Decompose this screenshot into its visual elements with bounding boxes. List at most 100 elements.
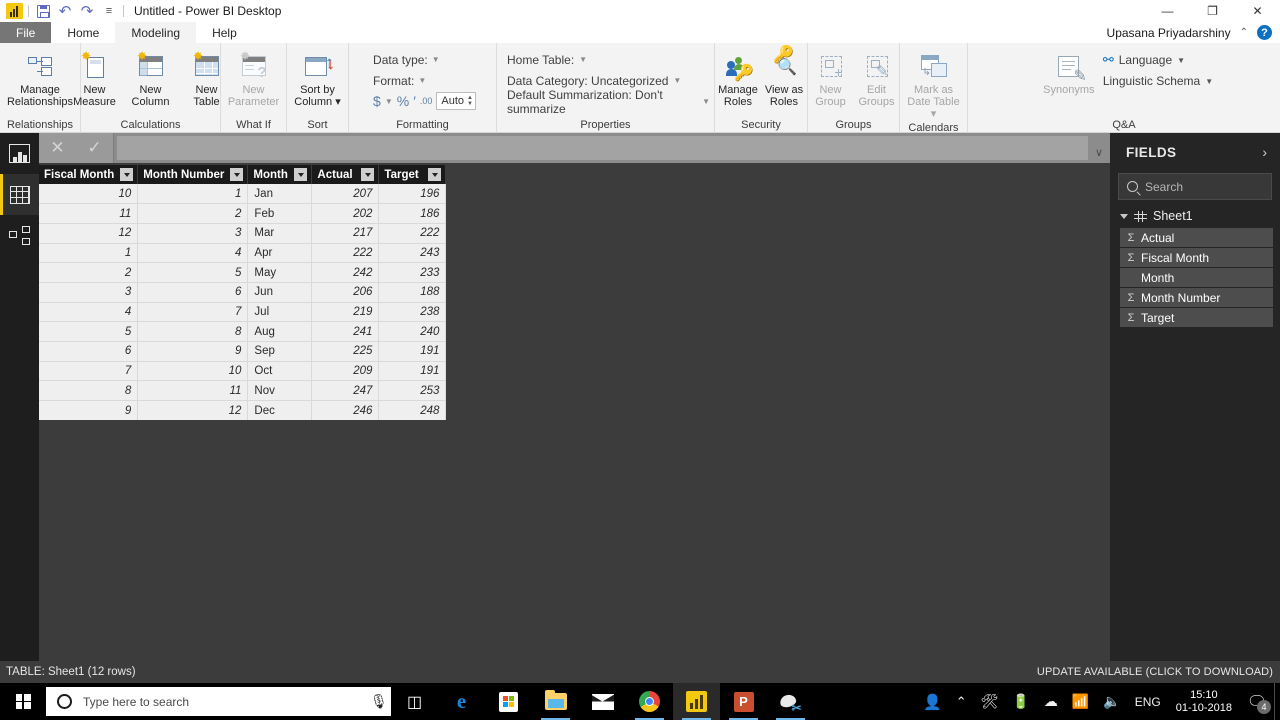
decimal-places-icon[interactable]: .00 <box>420 96 433 106</box>
cell-actual[interactable]: 206 <box>311 282 380 303</box>
tab-modeling[interactable]: Modeling <box>115 22 197 43</box>
cell-month-number[interactable]: 9 <box>137 341 249 362</box>
cell-month-number[interactable]: 6 <box>137 282 249 303</box>
cell-fiscal-month[interactable]: 3 <box>39 282 139 303</box>
filter-dropdown-icon[interactable] <box>120 168 134 181</box>
cell-fiscal-month[interactable]: 5 <box>39 321 139 342</box>
action-center-button[interactable]: 🗨 4 <box>1240 683 1274 720</box>
cell-fiscal-month[interactable]: 4 <box>39 302 139 323</box>
cell-month-number[interactable]: 11 <box>137 380 249 402</box>
cell-actual[interactable]: 217 <box>311 223 380 244</box>
tab-help[interactable]: Help <box>196 22 253 43</box>
cancel-formula-icon[interactable]: ✕ <box>50 138 64 158</box>
taskbar-app-microsoft-store[interactable] <box>485 683 532 720</box>
linguistic-schema-row[interactable]: Linguistic Schema ▼ <box>1103 72 1213 90</box>
manage-relationships-button[interactable]: Manage Relationships <box>7 48 73 108</box>
cell-target[interactable]: 243 <box>378 243 447 264</box>
column-header-fiscal-month[interactable]: Fiscal Month <box>39 165 139 184</box>
cell-month-number[interactable]: 5 <box>137 262 249 283</box>
filter-dropdown-icon[interactable] <box>428 168 442 181</box>
cell-month-number[interactable]: 1 <box>137 184 249 205</box>
clock[interactable]: 15:10 01-10-2018 <box>1168 689 1240 715</box>
cell-target[interactable]: 188 <box>378 282 447 303</box>
cell-target[interactable]: 191 <box>378 361 447 382</box>
taskbar-search-box[interactable]: Type here to search 🎙 <box>46 687 391 716</box>
field-item-fiscal-month[interactable]: Σ Fiscal Month <box>1120 248 1273 267</box>
cell-month-number[interactable]: 7 <box>137 302 249 323</box>
cell-month-number[interactable]: 2 <box>137 203 249 224</box>
cell-target[interactable]: 238 <box>378 302 447 323</box>
expand-collapse-icon[interactable] <box>1120 213 1128 219</box>
collapse-pane-icon[interactable]: › <box>1262 144 1267 160</box>
cell-month-number[interactable]: 12 <box>137 400 249 421</box>
minimize-button[interactable]: — <box>1145 0 1190 22</box>
chevron-down-icon[interactable]: ▼ <box>673 76 681 85</box>
wifi-icon[interactable]: 📶 <box>1065 693 1096 710</box>
currency-format-icon[interactable]: $ <box>373 93 381 109</box>
cortana-icon[interactable] <box>57 694 72 709</box>
table-row[interactable]: 6 9 Sep 225 191 <box>39 341 447 362</box>
microphone-icon[interactable]: 🎙 <box>370 693 388 710</box>
cell-target[interactable]: 186 <box>378 203 447 224</box>
table-row[interactable]: 8 11 Nov 247 253 <box>39 380 447 402</box>
sidebar-item-report-view[interactable] <box>0 133 39 174</box>
cell-actual[interactable]: 247 <box>311 380 380 402</box>
cell-month-number[interactable]: 4 <box>137 243 249 264</box>
taskbar-app-chrome[interactable] <box>626 683 673 720</box>
column-header-month-number[interactable]: Month Number <box>137 165 249 184</box>
fields-search-input[interactable]: Search <box>1118 173 1272 200</box>
table-row[interactable]: 12 3 Mar 217 222 <box>39 223 447 244</box>
language-indicator[interactable]: ENG <box>1128 695 1168 709</box>
user-name[interactable]: Upasana Priyadarshiny <box>1107 26 1231 40</box>
cell-actual[interactable]: 225 <box>311 341 380 362</box>
column-header-target[interactable]: Target <box>378 165 447 184</box>
task-view-button[interactable]: ◫ <box>391 683 438 720</box>
cell-month[interactable]: Sep <box>247 341 313 362</box>
cell-actual[interactable]: 242 <box>311 262 380 283</box>
table-row[interactable]: 9 12 Dec 246 248 <box>39 400 447 421</box>
close-button[interactable]: ✕ <box>1235 0 1280 22</box>
view-as-roles-button[interactable]: 🔑 🔍 View as Roles <box>761 46 807 108</box>
table-row[interactable]: 4 7 Jul 219 238 <box>39 302 447 323</box>
accept-formula-icon[interactable]: ✓ <box>87 138 101 158</box>
filter-dropdown-icon[interactable] <box>294 168 308 181</box>
cell-actual[interactable]: 241 <box>311 321 380 342</box>
tab-file[interactable]: File <box>0 22 52 43</box>
chevron-down-icon[interactable]: ▼ <box>385 97 393 106</box>
home-table-row[interactable]: Home Table: ▼ <box>507 49 587 70</box>
cell-month[interactable]: Aug <box>247 321 313 342</box>
cell-month[interactable]: Dec <box>247 400 313 421</box>
cell-target[interactable]: 191 <box>378 341 447 362</box>
sort-by-column-button[interactable]: ↓ ↑ Sort by Column ▾ <box>290 48 346 108</box>
cell-fiscal-month[interactable]: 10 <box>39 184 139 205</box>
field-item-target[interactable]: Σ Target <box>1120 308 1273 327</box>
cell-month-number[interactable]: 3 <box>137 223 249 244</box>
formula-input[interactable] <box>117 136 1088 160</box>
table-row[interactable]: 5 8 Aug 241 240 <box>39 321 447 342</box>
settings-tray-icon[interactable]: 🛠 <box>974 693 1006 710</box>
field-item-month-number[interactable]: Σ Month Number <box>1120 288 1273 307</box>
start-button[interactable] <box>0 683 46 720</box>
cell-month[interactable]: May <box>247 262 313 283</box>
cell-fiscal-month[interactable]: 6 <box>39 341 139 362</box>
table-row[interactable]: 1 4 Apr 222 243 <box>39 243 447 264</box>
table-row[interactable]: 7 10 Oct 209 191 <box>39 361 447 382</box>
cell-fiscal-month[interactable]: 1 <box>39 243 139 264</box>
cell-actual[interactable]: 209 <box>311 361 380 382</box>
new-group-button[interactable]: + New Group <box>808 48 854 108</box>
expand-formula-bar-icon[interactable]: ∨ <box>1088 133 1110 163</box>
filter-dropdown-icon[interactable] <box>361 168 375 181</box>
column-header-actual[interactable]: Actual <box>311 165 380 184</box>
table-row[interactable]: 3 6 Jun 206 188 <box>39 282 447 303</box>
onedrive-icon[interactable]: ☁ <box>1037 693 1065 710</box>
chevron-down-icon[interactable]: ▼ <box>702 97 710 106</box>
people-icon[interactable]: 👤 <box>916 693 949 711</box>
update-available-link[interactable]: UPDATE AVAILABLE (CLICK TO DOWNLOAD) <box>1037 666 1280 678</box>
cell-month[interactable]: Nov <box>247 380 313 402</box>
cell-target[interactable]: 196 <box>378 184 447 205</box>
cell-month[interactable]: Oct <box>247 361 313 382</box>
cell-month[interactable]: Jun <box>247 282 313 303</box>
cell-fiscal-month[interactable]: 11 <box>39 203 139 224</box>
default-summarization-row[interactable]: Default Summarization: Don't summarize ▼ <box>507 88 710 116</box>
new-column-button[interactable]: ✸ New Column <box>123 48 179 108</box>
